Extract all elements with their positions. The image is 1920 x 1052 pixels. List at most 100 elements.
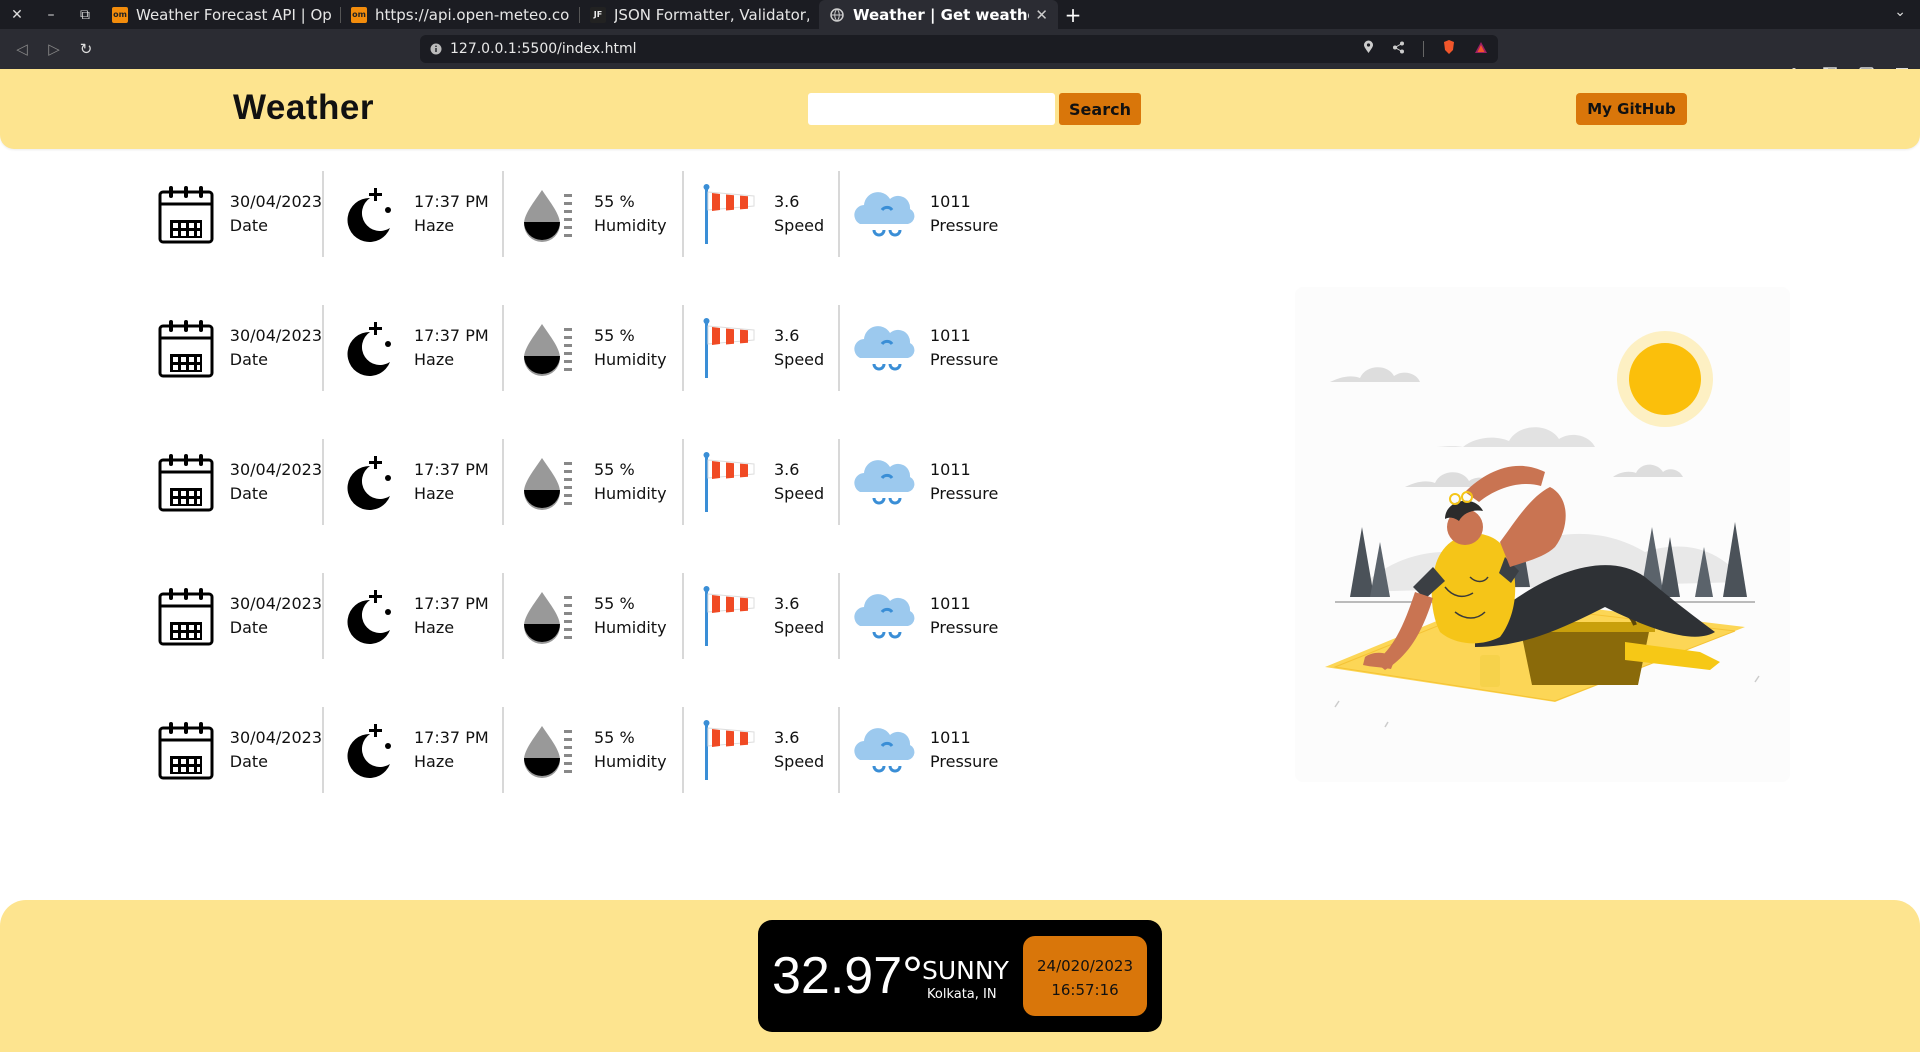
pressure-cell: 1011 Pressure (840, 707, 1010, 793)
time-cell: 17:37 PM Haze (324, 573, 502, 659)
forward-icon[interactable]: ▷ (38, 29, 70, 69)
cloud-rain-icon (846, 578, 922, 654)
search-button[interactable]: Search (1059, 93, 1141, 125)
share-icon[interactable] (1392, 41, 1405, 58)
new-tab-icon[interactable]: + (1058, 0, 1088, 29)
globe-icon (829, 7, 845, 23)
browser-tab-strip: ✕ – ⧉ om Weather Forecast API | Open- om… (0, 0, 1920, 29)
wind-value: 3.6 (774, 460, 800, 479)
pressure-value: 1011 (930, 728, 971, 747)
humidity-label: Humidity (594, 216, 667, 235)
wind-value: 3.6 (774, 594, 800, 613)
date-label: Date (229, 484, 269, 503)
pressure-cell: 1011 Pressure (840, 305, 1010, 391)
forecast-row: 30/04/2023 Date 17:37 PM Haze 55 % Humidity… (150, 439, 1010, 573)
wind-label: Speed (774, 484, 825, 503)
search-input[interactable] (808, 93, 1055, 125)
cloud-rain-icon (846, 712, 922, 788)
humidity-label: Humidity (594, 618, 667, 637)
date-value: 30/04/2023 (229, 326, 322, 345)
reload-icon[interactable]: ↻ (70, 29, 102, 69)
moon-icon (330, 444, 406, 520)
page: Weather Search My GitHub 30/04/2023 Date … (0, 69, 1920, 1052)
tab-close-icon[interactable]: ✕ (1029, 6, 1048, 24)
current-condition: SUNNY (922, 956, 1009, 985)
humidity-value: 55 % (594, 594, 635, 613)
back-icon[interactable]: ◁ (6, 29, 38, 69)
pressure-label: Pressure (930, 484, 999, 503)
wind-cell: 3.6 Speed (684, 171, 838, 257)
site-brand[interactable]: Weather (233, 88, 374, 128)
browser-tab[interactable]: JF JSON Formatter, Validator, V (580, 0, 819, 29)
url-bar[interactable]: 127.0.0.1:5500/index.html (420, 35, 1498, 63)
windsock-icon (690, 444, 766, 520)
tab-title: Weather Forecast API | Open- (136, 5, 331, 24)
date-label: Date (229, 618, 269, 637)
current-date: 24/020/2023 (1037, 957, 1133, 975)
open-meteo-favicon-icon: om (351, 6, 367, 23)
site-header: Weather Search My GitHub (0, 69, 1920, 149)
wind-label: Speed (774, 216, 825, 235)
pressure-cell: 1011 Pressure (840, 171, 1010, 257)
humidity-drop-icon (510, 310, 586, 386)
location-pin-icon[interactable] (1363, 40, 1374, 58)
calendar-icon (150, 578, 222, 654)
site-info-icon[interactable] (430, 40, 442, 59)
window-restore-icon[interactable]: ⧉ (68, 0, 102, 29)
json-formatter-favicon-icon: JF (590, 6, 606, 23)
windsock-icon (690, 176, 766, 252)
condition-label: Haze (414, 216, 455, 235)
humidity-label: Humidity (594, 752, 667, 771)
time-value: 17:37 PM (414, 594, 489, 613)
window-close-icon[interactable]: ✕ (0, 0, 34, 29)
browser-tab[interactable]: om https://api.open-meteo.com/ (341, 0, 580, 29)
tab-title: Weather | Get weather of (853, 5, 1029, 24)
tab-title: https://api.open-meteo.com/ (375, 5, 570, 24)
brave-shield-icon[interactable] (1442, 39, 1456, 59)
condition-label: Haze (414, 350, 455, 369)
window-minimize-icon[interactable]: – (34, 0, 68, 29)
humidity-drop-icon (510, 578, 586, 654)
humidity-value: 55 % (594, 326, 635, 345)
brave-rewards-icon[interactable] (1474, 41, 1488, 58)
time-cell: 17:37 PM Haze (324, 439, 502, 525)
windsock-icon (690, 310, 766, 386)
forecast-row: 30/04/2023 Date 17:37 PM Haze 55 % Humidity… (150, 171, 1010, 305)
pressure-cell: 1011 Pressure (840, 439, 1010, 525)
date-value: 30/04/2023 (229, 460, 322, 479)
pressure-cell: 1011 Pressure (840, 573, 1010, 659)
address-toolbar: ◁ ▷ ↻ 127.0.0.1:5500/index.html (0, 29, 1920, 84)
date-cell: 30/04/2023 Date (150, 439, 322, 525)
pressure-value: 1011 (930, 594, 971, 613)
humidity-cell: 55 % Humidity (504, 439, 682, 525)
calendar-icon (150, 310, 222, 386)
wind-value: 3.6 (774, 326, 800, 345)
browser-tab[interactable]: om Weather Forecast API | Open- (102, 0, 341, 29)
date-cell: 30/04/2023 Date (150, 305, 322, 391)
chevron-down-icon[interactable]: ⌄ (1894, 4, 1906, 20)
open-meteo-favicon-icon: om (112, 6, 128, 23)
wind-cell: 3.6 Speed (684, 305, 838, 391)
time-cell: 17:37 PM Haze (324, 171, 502, 257)
date-cell: 30/04/2023 Date (150, 171, 322, 257)
wind-cell: 3.6 Speed (684, 439, 838, 525)
github-button[interactable]: My GitHub (1576, 93, 1687, 125)
date-cell: 30/04/2023 Date (150, 573, 322, 659)
pressure-value: 1011 (930, 192, 971, 211)
humidity-value: 55 % (594, 192, 635, 211)
date-value: 30/04/2023 (229, 728, 322, 747)
date-value: 30/04/2023 (229, 594, 322, 613)
current-temperature: 32.97° (772, 947, 923, 1005)
url-text[interactable]: 127.0.0.1:5500/index.html (450, 41, 637, 57)
pressure-label: Pressure (930, 618, 999, 637)
pressure-label: Pressure (930, 216, 999, 235)
cloud-rain-icon (846, 310, 922, 386)
pressure-value: 1011 (930, 326, 971, 345)
condition-label: Haze (414, 618, 455, 637)
forecast-row: 30/04/2023 Date 17:37 PM Haze 55 % Humidity… (150, 707, 1010, 841)
moon-icon (330, 712, 406, 788)
date-label: Date (229, 216, 269, 235)
pressure-label: Pressure (930, 350, 999, 369)
browser-tab-active[interactable]: Weather | Get weather of ✕ (819, 0, 1058, 29)
cloud-rain-icon (846, 444, 922, 520)
